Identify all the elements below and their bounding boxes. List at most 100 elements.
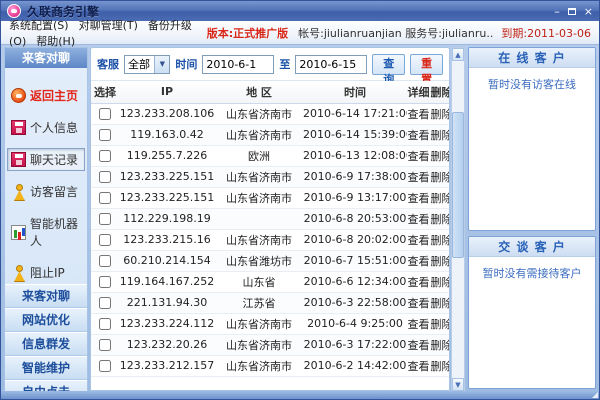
row-ip[interactable]: 119.163.0.42: [119, 124, 215, 145]
row-checkbox[interactable]: [99, 213, 111, 225]
row-detail-link[interactable]: 查看: [407, 355, 430, 376]
sidebar-item[interactable]: 智能机器人: [7, 212, 85, 252]
sidebar-bottom-item[interactable]: 网站优化: [5, 308, 87, 332]
row-ip[interactable]: 123.233.225.151: [119, 187, 215, 208]
row-checkbox[interactable]: [99, 297, 111, 309]
agent-filter-label: 客服: [97, 56, 119, 72]
app-logo-icon: [7, 4, 21, 18]
table-row: 221.131.94.30 江苏省 2010-6-3 22:58:00 查看 删…: [91, 292, 450, 313]
row-ip[interactable]: 123.233.208.106: [119, 103, 215, 124]
row-ip[interactable]: 119.255.7.226: [119, 145, 215, 166]
waiting-customers-title: 交 谈 客 户: [469, 237, 595, 257]
row-detail-link[interactable]: 查看: [407, 124, 430, 145]
col-header-ip: IP: [119, 81, 215, 103]
row-ip[interactable]: 60.210.214.154: [119, 250, 215, 271]
sidebar-bottom-item[interactable]: 自由点击: [5, 380, 87, 391]
sidebar-item[interactable]: 访客留言: [7, 180, 85, 203]
row-delete-link[interactable]: 删除: [430, 187, 450, 208]
row-checkbox[interactable]: [99, 318, 111, 330]
row-detail-link[interactable]: 查看: [407, 250, 430, 271]
menu-item[interactable]: 系统配置(S): [9, 19, 69, 32]
sidebar-item[interactable]: 阻止IP: [7, 261, 85, 284]
minimize-button[interactable]: –: [554, 6, 560, 17]
agent-select[interactable]: 全部 ▼: [124, 55, 170, 74]
scrollbar-thumb[interactable]: [452, 112, 464, 258]
app-window: 久联商务引擎 – × 系统配置(S)对聊管理(T)备份升级(O)帮助(H) 版本…: [0, 0, 600, 400]
row-detail-link[interactable]: 查看: [407, 145, 430, 166]
sidebar-item[interactable]: 聊天记录: [7, 148, 85, 171]
row-detail-link[interactable]: 查看: [407, 208, 430, 229]
reset-button[interactable]: 重置: [410, 54, 443, 75]
row-detail-link[interactable]: 查看: [407, 229, 430, 250]
maximize-button[interactable]: [568, 6, 576, 17]
row-ip[interactable]: 123.233.215.16: [119, 229, 215, 250]
row-detail-link[interactable]: 查看: [407, 292, 430, 313]
row-detail-link[interactable]: 查看: [407, 334, 430, 355]
row-delete-link[interactable]: 删除: [430, 166, 450, 187]
sidebar-bottom-item[interactable]: 智能维护: [5, 356, 87, 380]
row-detail-link[interactable]: 查看: [407, 166, 430, 187]
sidebar-item[interactable]: 返回主页: [7, 84, 85, 107]
query-button[interactable]: 查询: [372, 54, 405, 75]
online-customers-title: 在 线 客 户: [469, 48, 595, 68]
row-detail-link[interactable]: 查看: [407, 313, 430, 334]
row-ip[interactable]: 123.233.224.112: [119, 313, 215, 334]
row-checkbox[interactable]: [99, 276, 111, 288]
col-header-delete: 删除: [430, 81, 450, 103]
row-ip[interactable]: 123.232.20.26: [119, 334, 215, 355]
scroll-down-icon[interactable]: ▼: [452, 378, 464, 391]
row-delete-link[interactable]: 删除: [430, 103, 450, 124]
date-to-input[interactable]: [295, 55, 367, 74]
row-time: 2010-6-8 20:02:00: [303, 229, 407, 250]
row-checkbox[interactable]: [99, 171, 111, 183]
row-delete-link[interactable]: 删除: [430, 355, 450, 376]
menu-item[interactable]: 对聊管理(T): [79, 19, 138, 32]
row-delete-link[interactable]: 删除: [430, 145, 450, 166]
row-checkbox[interactable]: [99, 234, 111, 246]
row-time: 2010-6-9 13:17:00: [303, 187, 407, 208]
row-ip[interactable]: 123.233.212.157: [119, 355, 215, 376]
row-region: 山东省济南市: [215, 229, 303, 250]
row-checkbox[interactable]: [99, 360, 111, 372]
row-region: 欧洲: [215, 145, 303, 166]
resize-grip[interactable]: [592, 392, 598, 398]
waiting-customers-panel: 交 谈 客 户 暂时没有需接待客户: [468, 236, 596, 389]
row-delete-link[interactable]: 删除: [430, 271, 450, 292]
row-checkbox[interactable]: [99, 255, 111, 267]
expiry-label: 到期:2011-03-06: [501, 25, 591, 41]
scrollbar-track[interactable]: [452, 61, 464, 378]
row-checkbox[interactable]: [99, 192, 111, 204]
row-detail-link[interactable]: 查看: [407, 271, 430, 292]
row-delete-link[interactable]: 删除: [430, 208, 450, 229]
row-checkbox[interactable]: [99, 339, 111, 351]
row-detail-link[interactable]: 查看: [407, 103, 430, 124]
vertical-scrollbar[interactable]: ▲ ▼: [451, 47, 465, 391]
row-checkbox[interactable]: [99, 150, 111, 162]
row-checkbox[interactable]: [99, 108, 111, 120]
row-delete-link[interactable]: 删除: [430, 124, 450, 145]
row-delete-link[interactable]: 删除: [430, 313, 450, 334]
content-area: 来客对聊 返回主页个人信息聊天记录访客留言智能机器人阻止IP 来客对聊网站优化信…: [1, 45, 599, 391]
sidebar-bottom-item[interactable]: 来客对聊: [5, 284, 87, 308]
scroll-up-icon[interactable]: ▲: [452, 48, 464, 61]
row-ip[interactable]: 221.131.94.30: [119, 292, 215, 313]
date-from-input[interactable]: [202, 55, 274, 74]
sidebar-bottom-item[interactable]: 信息群发: [5, 332, 87, 356]
col-header-region: 地 区: [215, 81, 303, 103]
row-delete-link[interactable]: 删除: [430, 292, 450, 313]
sidebar-item[interactable]: 个人信息: [7, 116, 85, 139]
chevron-down-icon[interactable]: ▼: [154, 56, 169, 73]
close-button[interactable]: ×: [584, 6, 593, 17]
row-time: 2010-6-4 9:25:00: [303, 313, 407, 334]
row-region: 江苏省: [215, 292, 303, 313]
row-ip[interactable]: 123.233.225.151: [119, 166, 215, 187]
row-detail-link[interactable]: 查看: [407, 187, 430, 208]
row-time: 2010-6-6 12:34:00: [303, 271, 407, 292]
row-delete-link[interactable]: 删除: [430, 229, 450, 250]
row-ip[interactable]: 119.164.167.252: [119, 271, 215, 292]
maximize-icon: [568, 8, 576, 15]
row-ip[interactable]: 112.229.198.19: [119, 208, 215, 229]
row-checkbox[interactable]: [99, 129, 111, 141]
row-delete-link[interactable]: 删除: [430, 250, 450, 271]
row-delete-link[interactable]: 删除: [430, 334, 450, 355]
